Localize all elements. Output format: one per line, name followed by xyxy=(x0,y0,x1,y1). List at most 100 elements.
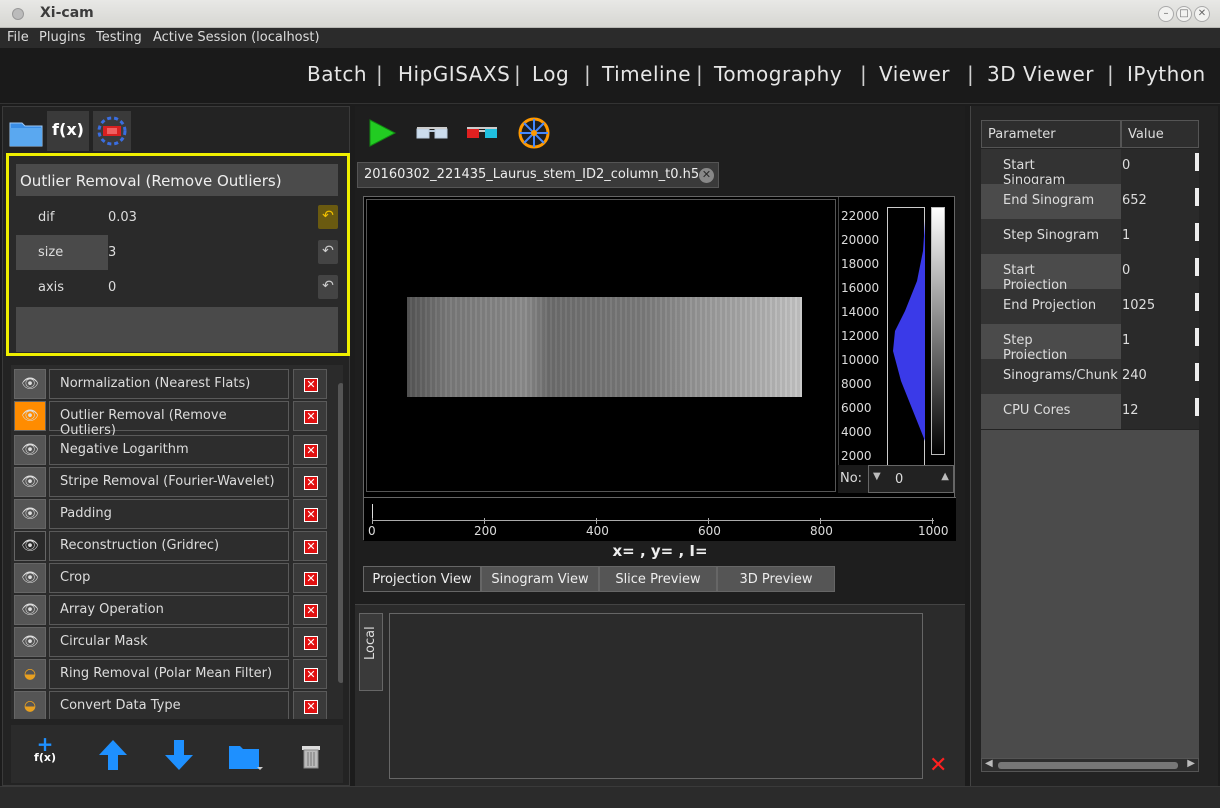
folder-tab[interactable] xyxy=(7,111,45,151)
nav-tomography[interactable]: Tomography xyxy=(714,62,842,86)
parameter-value-field[interactable]: 1 xyxy=(1121,324,1199,359)
nav-batch[interactable]: Batch xyxy=(307,62,367,86)
tab-sinogram-view[interactable]: Sinogram View xyxy=(481,566,599,592)
workflow-item-label[interactable]: Array Operation xyxy=(49,595,289,625)
workflow-item-label[interactable]: Negative Logarithm xyxy=(49,435,289,465)
parameter-value-field[interactable]: 12 xyxy=(1121,394,1199,429)
spinbox-handle[interactable] xyxy=(1195,363,1199,381)
workflow-item[interactable]: 👁 Padding ✕ xyxy=(11,499,335,529)
spinbox-handle[interactable] xyxy=(1195,223,1199,241)
workflow-item-label[interactable]: Stripe Removal (Fourier-Wavelet) xyxy=(49,467,289,497)
workflow-item-label[interactable]: Reconstruction (Gridrec) xyxy=(49,531,289,561)
nav-timeline[interactable]: Timeline xyxy=(602,62,691,86)
workflow-item-label[interactable]: Circular Mask xyxy=(49,627,289,657)
close-tab-icon[interactable]: ✕ xyxy=(699,168,714,183)
spin-down-icon[interactable]: ▼ xyxy=(873,471,881,482)
spinbox-handle[interactable] xyxy=(1195,293,1199,311)
delete-button[interactable]: ✕ xyxy=(293,531,327,561)
parameter-value-field[interactable]: 1025 xyxy=(1121,289,1199,324)
scroll-left-icon[interactable]: ◀ xyxy=(985,758,993,769)
nav-log[interactable]: Log xyxy=(532,62,569,86)
delete-button[interactable]: ✕ xyxy=(293,627,327,657)
scrollbar-thumb[interactable] xyxy=(338,383,343,683)
move-down-button[interactable] xyxy=(161,737,197,773)
move-up-button[interactable] xyxy=(95,737,131,773)
delete-button[interactable]: ✕ xyxy=(293,467,327,497)
menu-testing[interactable]: Testing xyxy=(96,30,142,45)
workflow-item[interactable]: ◒ Convert Data Type ✕ xyxy=(11,691,335,719)
spinbox-handle[interactable] xyxy=(1195,328,1199,346)
spin-up-icon[interactable]: ▲ xyxy=(941,471,949,482)
frame-timeline[interactable]: 0 200 400 600 800 1000 xyxy=(364,497,956,541)
eye-icon[interactable]: 👁 xyxy=(14,531,46,561)
eye-icon[interactable]: 👁 xyxy=(14,369,46,399)
eye-icon[interactable]: 👁 xyxy=(14,467,46,497)
menu-active-session[interactable]: Active Session (localhost) xyxy=(153,30,320,45)
workflow-item-label[interactable]: Normalization (Nearest Flats) xyxy=(49,369,289,399)
workflow-item[interactable]: ◒ Ring Removal (Polar Mean Filter) ✕ xyxy=(11,659,335,689)
nav-ipython[interactable]: IPython xyxy=(1127,62,1206,86)
histogram-widget[interactable]: 22000 20000 18000 16000 14000 12000 1000… xyxy=(838,197,954,492)
functions-tab[interactable]: f(x) xyxy=(47,111,89,151)
nav-hipgisaxs[interactable]: HipGISAXS xyxy=(398,62,510,86)
eye-icon[interactable]: 👁 xyxy=(14,401,46,431)
eye-icon[interactable]: 👁 xyxy=(14,627,46,657)
delete-button[interactable]: ✕ xyxy=(293,369,327,399)
clear-workflow-button[interactable] xyxy=(293,737,329,773)
tab-slice-preview[interactable]: Slice Preview xyxy=(599,566,717,592)
eye-icon[interactable]: 👁 xyxy=(14,563,46,593)
tab-projection-view[interactable]: Projection View xyxy=(363,566,481,592)
eye-icon[interactable]: 👁 xyxy=(14,499,46,529)
close-icon[interactable]: ✕ xyxy=(929,753,947,778)
nav-viewer[interactable]: Viewer xyxy=(879,62,950,86)
delete-button[interactable]: ✕ xyxy=(293,659,327,689)
add-function-button[interactable]: + f(x) xyxy=(27,734,63,773)
workflow-item-label[interactable]: Padding xyxy=(49,499,289,529)
column-header-parameter[interactable]: Parameter xyxy=(981,120,1121,148)
nav-3d-viewer[interactable]: 3D Viewer xyxy=(987,62,1094,86)
workflow-scrollbar[interactable] xyxy=(337,365,343,719)
projection-image[interactable] xyxy=(366,199,836,492)
scrollbar-thumb[interactable] xyxy=(998,762,1178,769)
frame-number-spinbox[interactable]: ▼ 0 ▲ xyxy=(868,465,954,493)
workflow-item-label[interactable]: Outlier Removal (Remove Outliers) xyxy=(49,401,289,438)
parameter-value-field[interactable]: 0 xyxy=(108,270,314,305)
parameter-value-field[interactable]: 0 xyxy=(1121,254,1199,289)
delete-button[interactable]: ✕ xyxy=(293,563,327,593)
workflow-item-label[interactable]: Crop xyxy=(49,563,289,593)
3d-preview-button[interactable] xyxy=(465,116,499,150)
workflow-item-label[interactable]: Convert Data Type xyxy=(49,691,289,719)
gradient-scale[interactable] xyxy=(931,207,945,455)
workflow-item[interactable]: 👁 Outlier Removal (Remove Outliers) ✕ xyxy=(11,401,335,438)
closed-eye-icon[interactable]: ◒ xyxy=(14,659,46,689)
tab-3d-preview[interactable]: 3D Preview xyxy=(717,566,835,592)
preview-button[interactable] xyxy=(415,116,449,150)
closed-eye-icon[interactable]: ◒ xyxy=(14,691,46,719)
spinbox-handle[interactable] xyxy=(1195,258,1199,276)
column-header-value[interactable]: Value xyxy=(1121,120,1199,148)
workflow-item[interactable]: 👁 Normalization (Nearest Flats) ✕ xyxy=(11,369,335,399)
delete-button[interactable]: ✕ xyxy=(293,435,327,465)
minimize-button[interactable]: – xyxy=(1158,6,1174,22)
reset-icon[interactable]: ↶ xyxy=(318,275,338,299)
delete-button[interactable]: ✕ xyxy=(293,595,327,625)
eye-icon[interactable]: 👁 xyxy=(14,435,46,465)
parameter-value-field[interactable]: 0.03 xyxy=(108,200,314,235)
workflow-item[interactable]: 👁 Stripe Removal (Fourier-Wavelet) ✕ xyxy=(11,467,335,497)
workflow-item-label[interactable]: Ring Removal (Polar Mean Filter) xyxy=(49,659,289,689)
reset-icon[interactable]: ↶ xyxy=(318,240,338,264)
close-window-button[interactable]: ✕ xyxy=(1194,6,1210,22)
spinbox-handle[interactable] xyxy=(1195,153,1199,171)
parameter-value-field[interactable]: 3 xyxy=(108,235,314,270)
scroll-right-icon[interactable]: ▶ xyxy=(1187,758,1195,769)
horizontal-scrollbar[interactable]: ◀ ▶ xyxy=(981,758,1199,772)
menu-file[interactable]: File xyxy=(7,30,29,45)
workflow-item[interactable]: 👁 Crop ✕ xyxy=(11,563,335,593)
delete-button[interactable]: ✕ xyxy=(293,401,327,431)
spinbox-handle[interactable] xyxy=(1195,398,1199,416)
parameter-value-field[interactable]: 0 xyxy=(1121,149,1199,184)
tomography-tab[interactable] xyxy=(93,111,131,151)
workflow-item[interactable]: 👁 Circular Mask ✕ xyxy=(11,627,335,657)
parameter-value-field[interactable]: 240 xyxy=(1121,359,1199,394)
parameter-value-field[interactable]: 1 xyxy=(1121,219,1199,254)
